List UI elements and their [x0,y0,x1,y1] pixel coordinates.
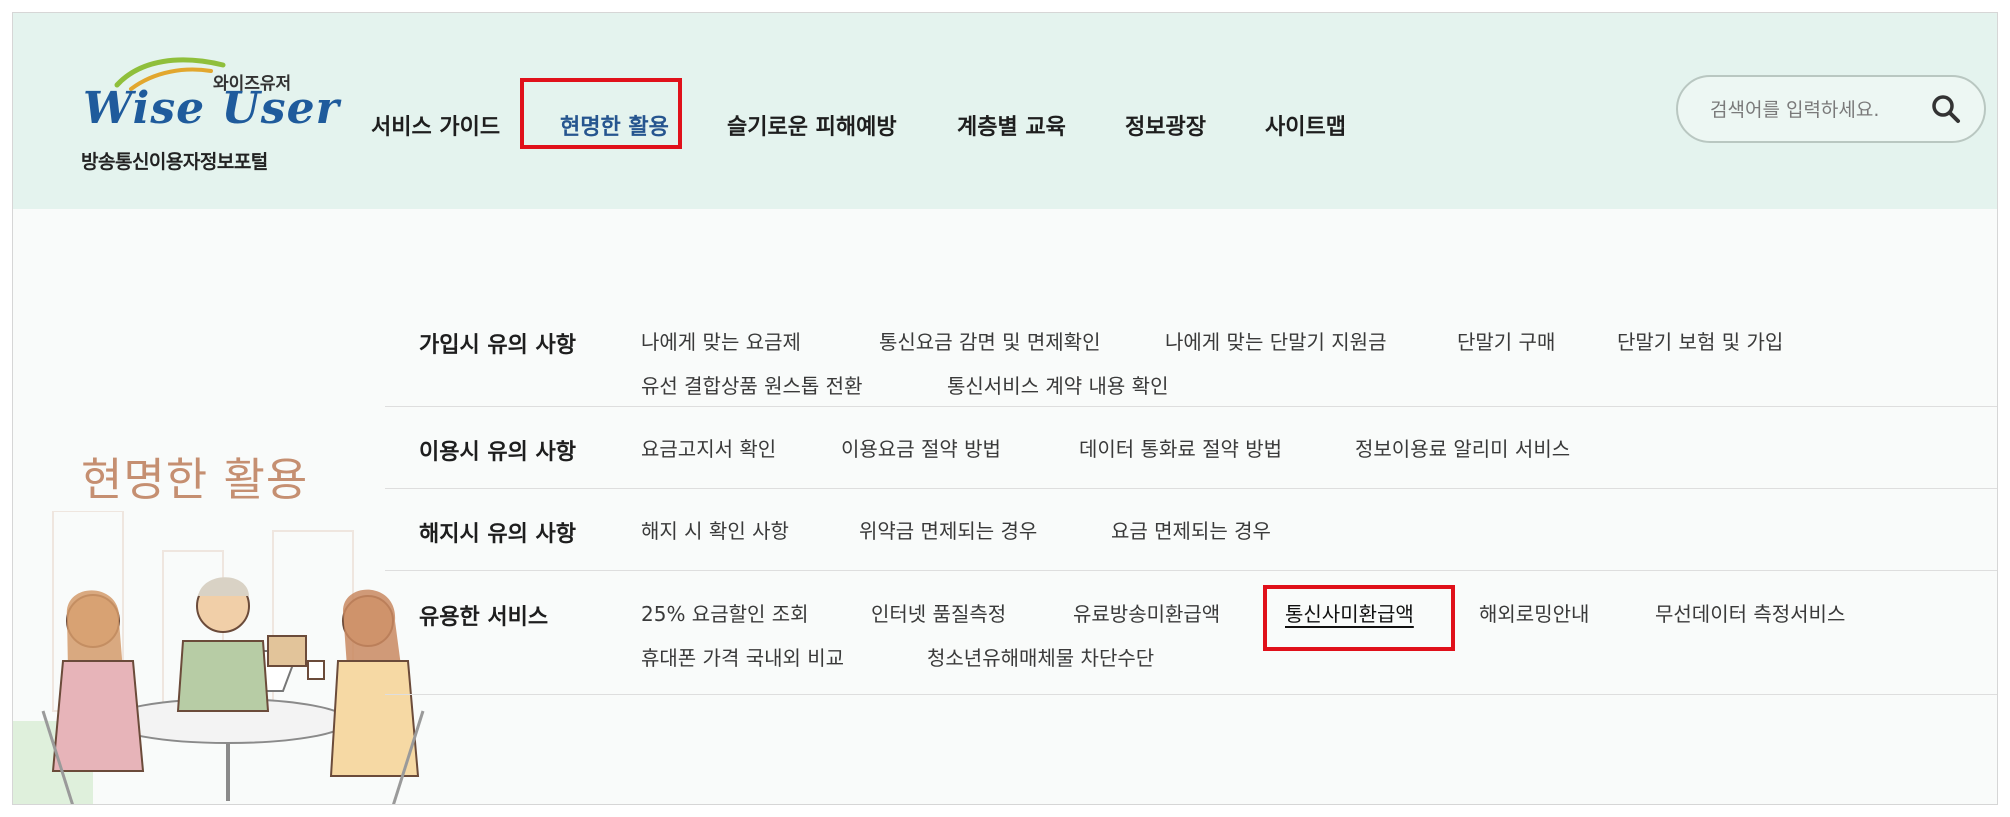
row-title-signup: 가입시 유의 사항 [419,333,576,358]
row-title-services: 유용한 서비스 [419,605,549,630]
submenu-row-signup: 가입시 유의 사항 나에게 맞는 요금제 통신요금 감면 및 면제확인 나에게 … [385,279,1997,407]
link-fee-reduction[interactable]: 통신요금 감면 및 면제확인 [879,326,1100,355]
link-device-insurance[interactable]: 단말기 보험 및 가입 [1617,326,1783,355]
nav-info-plaza[interactable]: 정보광장 [1125,109,1206,141]
link-internet-quality[interactable]: 인터넷 품질측정 [871,598,1006,627]
link-device-subsidy[interactable]: 나에게 맞는 단말기 지원금 [1165,326,1386,355]
link-roaming-info[interactable]: 해외로밍안내 [1479,598,1589,627]
link-wireless-data-measure[interactable]: 무선데이터 측정서비스 [1655,598,1845,627]
link-plan-recommend[interactable]: 나에게 맞는 요금제 [641,326,801,355]
submenu-row-usage: 이용시 유의 사항 요금고지서 확인 이용요금 절약 방법 데이터 통화료 절약… [385,406,1997,489]
nav-damage-prevention[interactable]: 슬기로운 피해예방 [727,109,897,141]
submenu-row-cancel: 해지시 유의 사항 해지 시 확인 사항 위약금 면제되는 경우 요금 면제되는… [385,488,1997,571]
page-frame: 와이즈유저 Wise User 방송통신이용자정보포털 서비스 가이드 현명한 … [12,12,1998,805]
row-title-cancel: 해지시 유의 사항 [419,522,576,547]
link-contract-check[interactable]: 통신서비스 계약 내용 확인 [947,370,1168,399]
nav-highlight-box [520,78,682,149]
link-fee-saving[interactable]: 이용요금 절약 방법 [841,433,1001,462]
logo-tagline: 방송통신이용자정보포털 [81,151,268,173]
link-device-purchase[interactable]: 단말기 구매 [1457,326,1555,355]
link-bill-check[interactable]: 요금고지서 확인 [641,433,776,462]
submenu-row-services: 유용한 서비스 25% 요금할인 조회 인터넷 품질측정 유료방송미환급액 통신… [385,570,1997,695]
nav-education[interactable]: 계층별 교육 [957,109,1066,141]
nav-service-guide[interactable]: 서비스 가이드 [371,109,500,141]
section-title: 현명한 활용 [81,453,309,506]
link-cancel-check[interactable]: 해지 시 확인 사항 [641,515,789,544]
nav-sitemap[interactable]: 사이트맵 [1265,109,1346,141]
search-box [1676,75,1986,143]
link-paytv-refund[interactable]: 유료방송미환급액 [1073,598,1220,627]
link-data-saving[interactable]: 데이터 통화료 절약 방법 [1079,433,1282,462]
row-title-usage: 이용시 유의 사항 [419,440,576,465]
link-penalty-waiver[interactable]: 위약금 면제되는 경우 [859,515,1037,544]
site-logo[interactable]: 와이즈유저 Wise User 방송통신이용자정보포털 [81,55,339,175]
logo-wordmark: Wise User [83,83,340,134]
link-discount-lookup[interactable]: 25% 요금할인 조회 [641,598,809,627]
link-info-fee-alert[interactable]: 정보이용료 알리미 서비스 [1355,433,1570,462]
link-phone-price-compare[interactable]: 휴대폰 가격 국내외 비교 [641,642,844,671]
link-fee-waiver[interactable]: 요금 면제되는 경우 [1111,515,1271,544]
link-highlight-box [1263,585,1455,651]
search-input[interactable] [1708,95,1922,125]
link-bundle-switch[interactable]: 유선 결합상품 원스톱 전환 [641,370,862,399]
site-header: 와이즈유저 Wise User 방송통신이용자정보포털 서비스 가이드 현명한 … [13,13,1997,209]
link-youth-harmful-block[interactable]: 청소년유해매체물 차단수단 [927,642,1154,671]
search-icon[interactable] [1930,93,1962,125]
